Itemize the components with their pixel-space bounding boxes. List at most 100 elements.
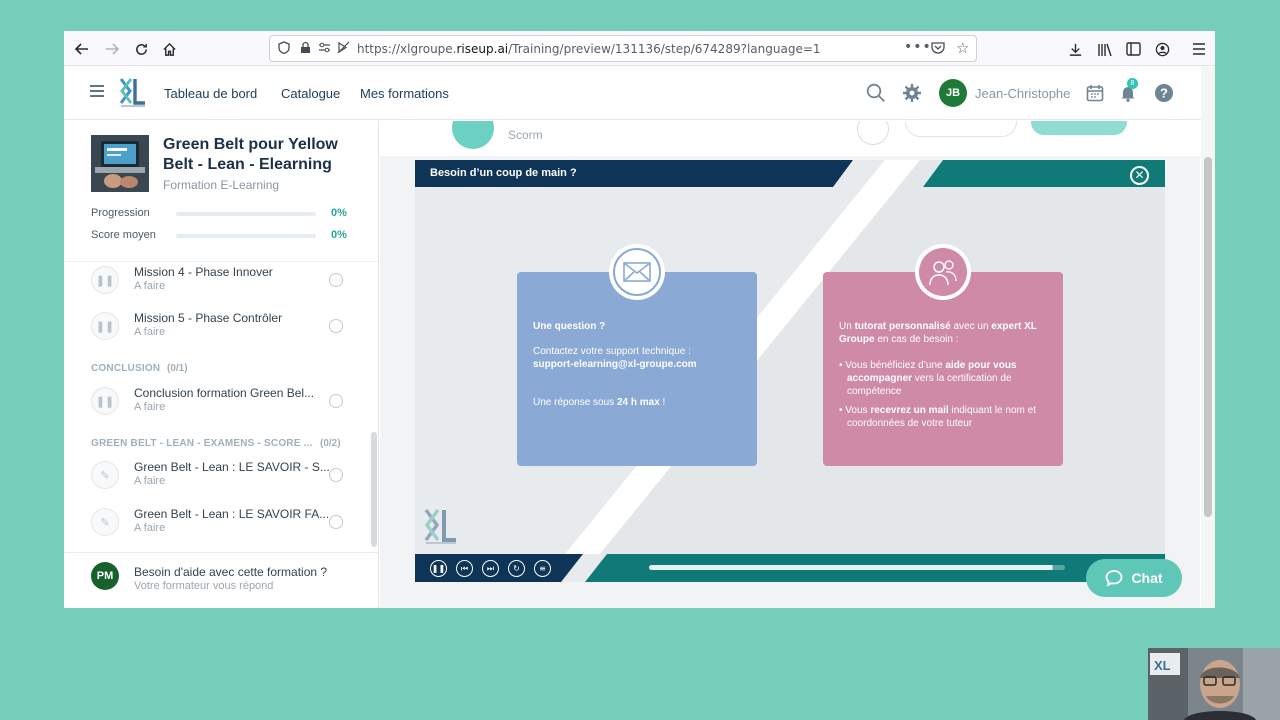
svg-text:XL: XL	[1154, 658, 1171, 673]
pause-step-icon: ❚❚	[91, 387, 119, 415]
app-menu-icon[interactable]	[1186, 36, 1212, 62]
permissions-icon[interactable]	[318, 41, 331, 57]
home-icon[interactable]	[156, 36, 182, 62]
nav-my-trainings[interactable]: Mes formations	[360, 86, 449, 101]
step-list[interactable]: ❚❚ Mission 4 - Phase Innover A faire ❚❚ …	[64, 261, 378, 547]
browser-window: https://xlgroupe.riseup.ai/Training/prev…	[64, 31, 1215, 608]
account-icon[interactable]	[1149, 36, 1175, 62]
xl-logo[interactable]	[119, 77, 146, 109]
tutoring-bullet: • Vous recevrez un mail indiquant le nom…	[839, 405, 1036, 429]
help-subtitle: Votre formateur vous répond	[134, 580, 274, 592]
lock-icon[interactable]	[300, 41, 311, 57]
step-status: A faire	[134, 280, 166, 292]
address-bar[interactable]: https://xlgroupe.riseup.ai/Training/prev…	[269, 35, 977, 62]
course-type: Formation E-Learning	[163, 178, 280, 192]
player-controls: ❚❚ ⏮ ⏭ ↻ ≡	[415, 554, 1165, 582]
step-item[interactable]: ❚❚ Mission 5 - Phase Contrôler A faire	[64, 310, 364, 356]
trainer-help[interactable]: PM Besoin d'aide avec cette formation ? …	[64, 552, 378, 608]
step-item[interactable]: ✎ Green Belt - Lean : LE SAVOIR FA... A …	[64, 506, 364, 552]
step-radio[interactable]	[329, 515, 343, 529]
presenter-webcam: XL	[1148, 648, 1280, 720]
step-nav-button[interactable]	[857, 121, 889, 145]
step-title: Mission 5 - Phase Contrôler	[134, 311, 283, 325]
step-item[interactable]: ❚❚ Conclusion formation Green Bel... A f…	[64, 385, 364, 431]
nav-catalogue[interactable]: Catalogue	[281, 86, 340, 101]
search-icon[interactable]	[862, 79, 890, 107]
pocket-icon[interactable]	[931, 41, 945, 57]
browser-toolbar: https://xlgroupe.riseup.ai/Training/prev…	[64, 31, 1215, 66]
shield-icon[interactable]	[278, 41, 290, 57]
step-title: Conclusion formation Green Bel...	[134, 386, 315, 400]
pause-step-icon: ❚❚	[91, 312, 119, 340]
step-item[interactable]: ❚❚ Mission 4 - Phase Innover A faire	[64, 264, 364, 310]
step-radio[interactable]	[329, 468, 343, 482]
close-icon[interactable]: ✕	[1130, 166, 1149, 185]
step-item[interactable]: ✎ Green Belt - Lean : LE SAVOIR - S... A…	[64, 459, 364, 505]
support-card: Une question ? Contactez votre support t…	[517, 272, 757, 466]
step-radio[interactable]	[329, 319, 343, 333]
menu-icon[interactable]	[90, 85, 104, 97]
step-list-scrollbar[interactable]	[371, 432, 377, 547]
chat-label: Chat	[1131, 570, 1163, 586]
tutoring-card: Un tutorat personnalisé avec un expert X…	[823, 272, 1063, 466]
help-title[interactable]: Besoin d'aide avec cette formation ?	[134, 565, 327, 579]
download-icon[interactable]	[1062, 36, 1088, 62]
scorm-icon	[452, 121, 494, 149]
tutoring-intro: Un tutorat personnalisé avec un expert X…	[839, 321, 1037, 345]
skip-forward-icon[interactable]: ⏭	[482, 560, 499, 577]
pause-step-icon: ❚❚	[91, 266, 119, 294]
user-name[interactable]: Jean-Christophe	[975, 86, 1070, 101]
back-arrow-icon[interactable]	[69, 36, 95, 62]
step-status: A faire	[134, 401, 166, 413]
chat-button[interactable]: Chat	[1086, 559, 1182, 597]
replay-icon[interactable]: ↻	[508, 560, 525, 577]
bookmark-star-icon[interactable]: ☆	[956, 39, 969, 57]
player-progress-bar[interactable]	[649, 565, 1065, 570]
nav-dashboard[interactable]: Tableau de bord	[164, 86, 257, 101]
section-title: CONCLUSION	[91, 363, 161, 374]
app-header: Tableau de bord Catalogue Mes formations…	[64, 67, 1215, 120]
step-title: Green Belt - Lean : LE SAVOIR - S...	[134, 460, 330, 474]
progress-value: 0%	[331, 207, 347, 219]
section-title: GREEN BELT - LEAN - EXAMENS - SCORE ...	[91, 438, 313, 449]
pencil-icon: ✎	[91, 461, 119, 489]
step-status: A faire	[134, 522, 166, 534]
step-radio[interactable]	[329, 273, 343, 287]
sidebar-toggle-icon[interactable]	[1120, 36, 1146, 62]
page-scrollbar-thumb[interactable]	[1204, 157, 1212, 517]
reload-icon[interactable]	[128, 36, 154, 62]
course-title: Green Belt pour Yellow Belt - Lean - Ele…	[163, 136, 338, 173]
help-icon[interactable]: ?	[1150, 79, 1178, 107]
step-status: A faire	[134, 475, 166, 487]
menu-list-icon[interactable]: ≡	[534, 560, 551, 577]
calendar-icon[interactable]	[1081, 79, 1109, 107]
autoplay-blocked-icon[interactable]	[337, 41, 350, 57]
course-thumbnail	[91, 135, 149, 192]
support-heading: Une question ?	[533, 321, 606, 332]
skip-back-icon[interactable]: ⏮	[456, 560, 473, 577]
forward-arrow-icon[interactable]	[99, 36, 125, 62]
notification-badge: 8	[1127, 78, 1138, 89]
step-status: A faire	[134, 326, 166, 338]
envelope-icon	[609, 244, 665, 300]
more-actions-icon[interactable]: •••	[904, 39, 932, 55]
pencil-icon: ✎	[91, 508, 119, 536]
progress-bar	[176, 212, 316, 216]
response-time: Une réponse sous 24 h max !	[533, 397, 666, 408]
page-scrollbar[interactable]	[1201, 67, 1215, 608]
support-line: Contactez votre support technique :	[533, 346, 691, 357]
gear-icon[interactable]	[898, 79, 926, 107]
library-icon[interactable]	[1092, 36, 1118, 62]
support-email[interactable]: support-elearning@xl-groupe.com	[533, 358, 745, 371]
user-avatar[interactable]: JB	[939, 79, 967, 107]
content-type-label: Scorm	[508, 128, 543, 142]
url-text[interactable]: https://xlgroupe.riseup.ai/Training/prev…	[357, 42, 821, 56]
previous-step-button[interactable]	[905, 121, 1017, 137]
step-radio[interactable]	[329, 394, 343, 408]
scorm-player[interactable]: Besoin d’un coup de main ? ✕ Une questio…	[415, 160, 1165, 582]
svg-text:?: ?	[1160, 86, 1168, 101]
next-step-button[interactable]	[1031, 121, 1127, 135]
progress-label: Progression	[91, 207, 150, 219]
section-count: (0/2)	[320, 438, 341, 449]
pause-icon[interactable]: ❚❚	[430, 560, 447, 577]
